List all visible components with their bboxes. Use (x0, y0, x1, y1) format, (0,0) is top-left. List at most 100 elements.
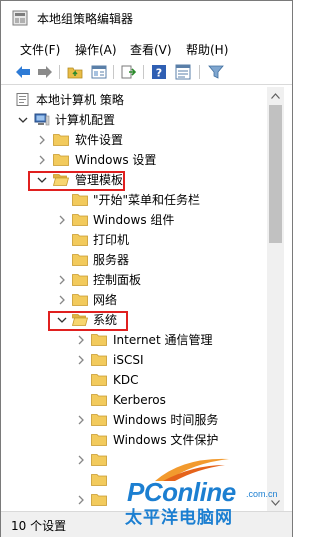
menu-file[interactable]: 文件(F) (20, 41, 60, 58)
tree-node-label: 计算机配置 (55, 113, 116, 127)
tree-node-computer-config[interactable]: 计算机配置 (1, 111, 267, 129)
gpedit-app-icon (12, 10, 28, 26)
tree-node-label: 网络 (93, 293, 118, 307)
tree-node-printers[interactable]: 打印机 (1, 231, 267, 249)
folder-icon (91, 434, 107, 446)
tree-node-control-panel[interactable]: 控制面板 (1, 271, 267, 289)
show-hide-tree-button[interactable] (90, 63, 108, 81)
chevron-right-icon[interactable] (76, 495, 86, 505)
forward-arrow-icon (38, 66, 52, 78)
tree-node-start-menu[interactable]: "开始"菜单和任务栏 (1, 191, 267, 209)
folder-icon (91, 494, 107, 506)
tree-node-windows-file-protection[interactable]: Windows 文件保护 (1, 431, 267, 449)
tree-node-label: Windows 组件 (93, 213, 175, 227)
chevron-down-icon[interactable] (18, 115, 28, 125)
watermark-domain: .com.cn (246, 489, 278, 499)
folder-icon (91, 334, 107, 346)
tree-node-label: Windows 时间服务 (113, 413, 219, 427)
folder-icon (91, 414, 107, 426)
tree-node-windows-settings[interactable]: Windows 设置 (1, 151, 267, 169)
status-text: 10 个设置 (11, 519, 67, 533)
tree-node-system[interactable]: 系统 (1, 311, 267, 329)
chevron-right-icon[interactable] (57, 295, 67, 305)
watermark-site-name: 太平洋电脑网 (125, 508, 233, 528)
tree-node-label: Internet 通信管理 (113, 333, 213, 347)
gpedit-window: 本地组策略编辑器 文件(F) 操作(A) 查看(V) 帮助(H) ? 本地计算机… (0, 0, 293, 537)
export-list-icon (121, 65, 137, 79)
chevron-right-icon[interactable] (37, 135, 47, 145)
tree-pane[interactable]: 本地计算机 策略 计算机配置 软件设置 Windows 设置 管理模板 "开始"… (1, 87, 267, 511)
tree-node-internet-comm[interactable]: Internet 通信管理 (1, 331, 267, 349)
help-button[interactable]: ? (150, 63, 168, 81)
toolbar: ? (1, 60, 292, 85)
folder-icon (72, 214, 88, 226)
export-list-button[interactable] (120, 63, 138, 81)
tree-node-kdc[interactable]: KDC (1, 371, 267, 389)
forward-button[interactable] (36, 63, 54, 81)
tree-node-label: Kerberos (113, 393, 166, 407)
folder-icon (72, 294, 88, 306)
tree-node-server[interactable]: 服务器 (1, 251, 267, 269)
back-button[interactable] (14, 63, 32, 81)
tree-node-iscsi[interactable]: iSCSI (1, 351, 267, 369)
chevron-right-icon[interactable] (76, 355, 86, 365)
computer-icon (34, 113, 50, 126)
chevron-right-icon[interactable] (76, 455, 86, 465)
menu-bar: 文件(F) 操作(A) 查看(V) 帮助(H) (1, 37, 292, 59)
folder-icon (91, 354, 107, 366)
scroll-thumb[interactable] (269, 105, 282, 243)
highlight-box-admin-templates (28, 171, 125, 191)
folder-icon (91, 394, 107, 406)
show-hide-tree-icon (91, 65, 107, 79)
highlight-box-system (48, 311, 128, 331)
svg-text:?: ? (156, 67, 162, 80)
title-bar: 本地组策略编辑器 (1, 1, 292, 34)
tree-node-label: "开始"菜单和任务栏 (93, 193, 201, 207)
filter-button[interactable] (207, 63, 225, 81)
tree-node-label: iSCSI (113, 353, 144, 367)
chevron-right-icon[interactable] (76, 415, 86, 425)
tree-node-label: 打印机 (93, 233, 130, 247)
tree-node-software-settings[interactable]: 软件设置 (1, 131, 267, 149)
scroll-up-arrow-icon (271, 92, 280, 99)
chevron-right-icon[interactable] (76, 335, 86, 345)
back-arrow-icon (16, 66, 30, 78)
chevron-right-icon[interactable] (37, 155, 47, 165)
scroll-up-button[interactable] (267, 87, 284, 104)
filter-icon (208, 65, 224, 79)
tree-node-windows-time[interactable]: Windows 时间服务 (1, 411, 267, 429)
tree-node-windows-components[interactable]: Windows 组件 (1, 211, 267, 229)
folder-icon (72, 234, 88, 246)
tree-node-label: 软件设置 (75, 133, 124, 147)
folder-icon (72, 274, 88, 286)
window-title: 本地组策略编辑器 (37, 12, 134, 26)
folder-icon (72, 254, 88, 266)
pconline-watermark: PConline .com.cn 太平洋电脑网 (113, 453, 293, 528)
up-one-level-button[interactable] (66, 63, 84, 81)
properties-button[interactable] (174, 63, 192, 81)
help-icon: ? (152, 65, 166, 80)
tree-node-label: 控制面板 (93, 273, 142, 287)
chevron-right-icon[interactable] (57, 215, 67, 225)
menu-help[interactable]: 帮助(H) (186, 41, 228, 58)
folder-icon (91, 454, 107, 466)
properties-icon (175, 64, 191, 80)
menu-view[interactable]: 查看(V) (130, 41, 172, 58)
folder-icon (91, 474, 107, 486)
folder-icon (91, 374, 107, 386)
tree-node-label: KDC (113, 373, 139, 387)
folder-icon (53, 134, 69, 146)
folder-icon (72, 194, 88, 206)
tree-node-label: 服务器 (93, 253, 130, 267)
menu-action[interactable]: 操作(A) (75, 41, 117, 58)
tree-node-label: Windows 文件保护 (113, 433, 219, 447)
folder-up-icon (67, 67, 83, 79)
policy-document-icon (16, 93, 29, 106)
chevron-right-icon[interactable] (57, 275, 67, 285)
tree-node-label: Windows 设置 (75, 153, 157, 167)
folder-icon (53, 154, 69, 166)
tree-node-kerberos[interactable]: Kerberos (1, 391, 267, 409)
tree-node-network[interactable]: 网络 (1, 291, 267, 309)
tree-node-label: 本地计算机 策略 (36, 93, 124, 107)
tree-node-root[interactable]: 本地计算机 策略 (1, 91, 267, 109)
